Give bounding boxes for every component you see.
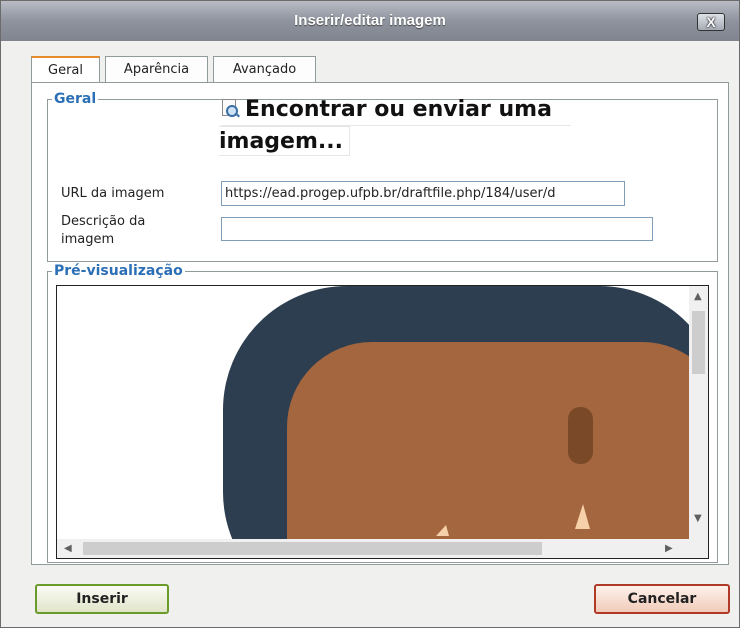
url-label: URL da imagem [61, 186, 165, 201]
scrollbar-corner [689, 539, 708, 558]
insert-button[interactable]: Inserir [35, 584, 169, 614]
vertical-scroll-thumb[interactable] [692, 311, 705, 374]
finder-text-1: Encontrar ou enviar uma [245, 97, 552, 122]
tab-panel-geral: Geral Encontrar ou enviar uma imagem... … [31, 82, 729, 565]
preview-image [223, 286, 708, 558]
dialog-title: Inserir/editar imagem [294, 12, 446, 29]
finder-text-2: imagem... [219, 129, 343, 154]
image-dialog: Inserir/editar imagem X Geral Aparência … [0, 0, 740, 628]
find-or-upload-link[interactable]: Encontrar ou enviar uma imagem... [219, 95, 571, 159]
image-preview[interactable]: ▲ ▼ ◀ ▶ [56, 285, 709, 559]
url-input[interactable]: https://ead.progep.ufpb.br/draftfile.php… [221, 181, 625, 206]
general-legend: Geral [54, 91, 97, 107]
tab-geral[interactable]: Geral [31, 56, 100, 84]
preview-legend: Pré-visualização [54, 263, 183, 279]
finder-line-1: Encontrar ou enviar uma [221, 95, 571, 126]
scroll-up-arrow-icon[interactable]: ▲ [694, 292, 702, 302]
dialog-titlebar: Inserir/editar imagem X [1, 1, 739, 41]
avatar-face [287, 342, 708, 558]
close-button[interactable]: X [697, 13, 725, 31]
scroll-left-arrow-icon[interactable]: ◀ [64, 544, 72, 554]
description-input[interactable] [221, 217, 653, 241]
finder-line-2: imagem... [219, 126, 350, 156]
horizontal-scroll-thumb[interactable] [83, 542, 542, 555]
avatar-eye [568, 407, 593, 464]
preview-horizontal-scrollbar[interactable]: ◀ ▶ [57, 539, 690, 558]
close-icon: X [706, 14, 716, 30]
tab-aparencia[interactable]: Aparência [105, 56, 208, 82]
description-label-line2: imagem [61, 232, 115, 247]
cancel-button[interactable]: Cancelar [594, 584, 730, 614]
description-label-line1: Descrição da [61, 214, 146, 229]
preview-vertical-scrollbar[interactable]: ▲ ▼ [689, 286, 708, 541]
scroll-down-arrow-icon[interactable]: ▼ [694, 514, 702, 524]
scroll-right-arrow-icon[interactable]: ▶ [665, 544, 673, 554]
tab-avancado[interactable]: Avançado [213, 56, 316, 82]
magnifier-icon [221, 99, 240, 118]
